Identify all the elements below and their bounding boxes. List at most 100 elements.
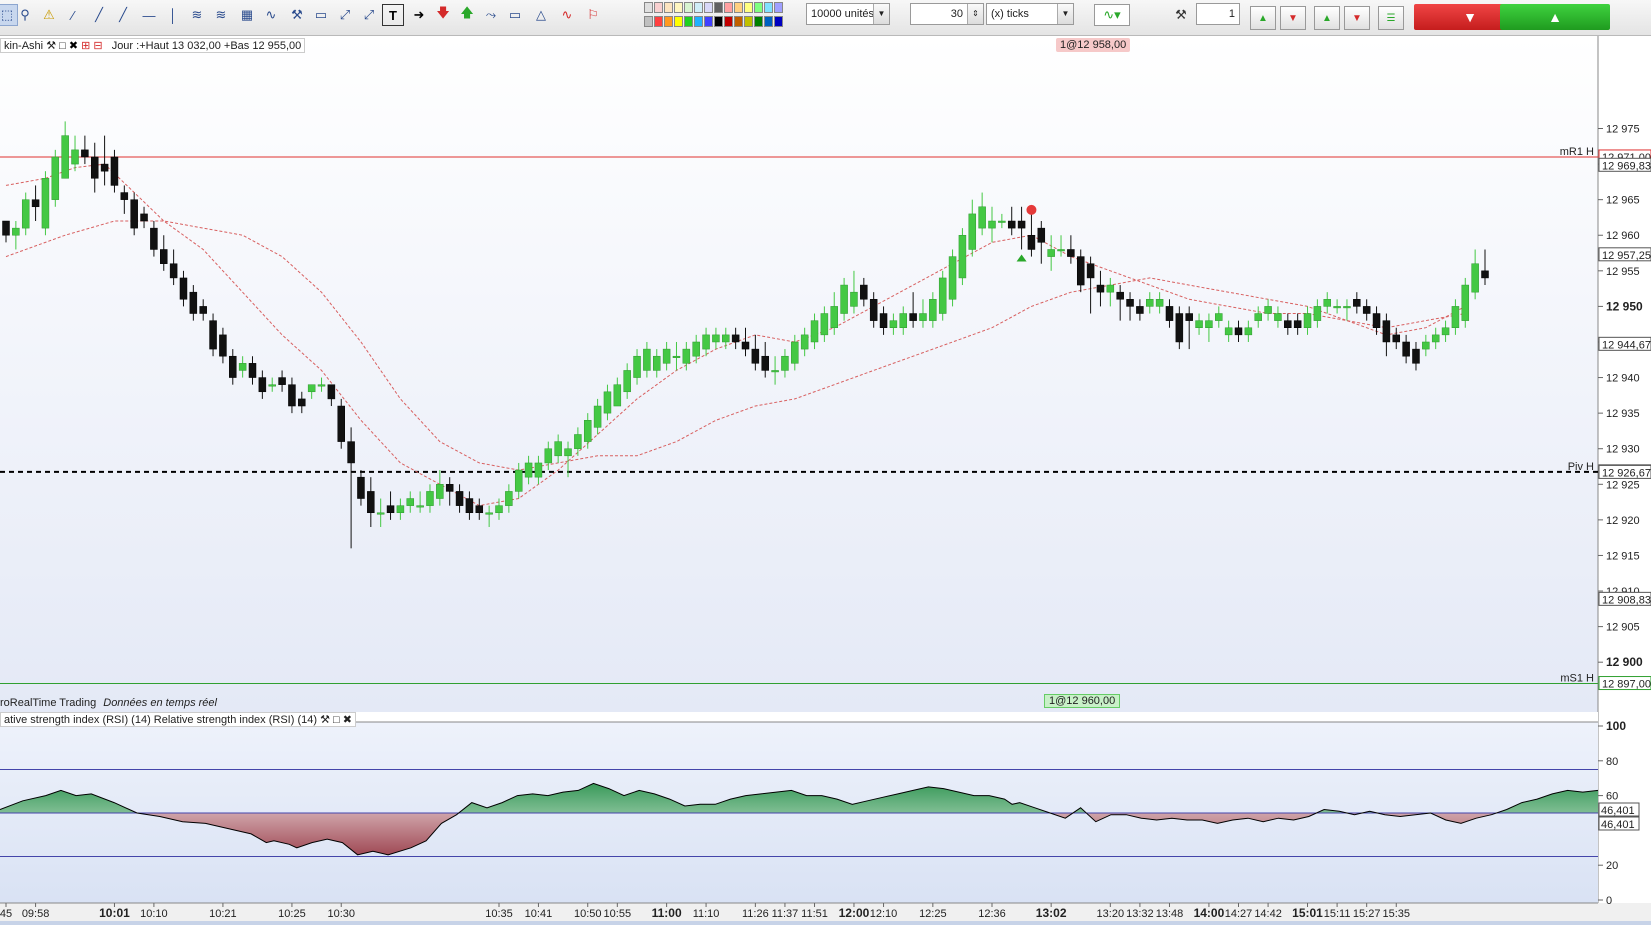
candle-body[interactable] <box>1126 299 1134 307</box>
candle-body[interactable] <box>840 284 848 314</box>
candle-body[interactable] <box>1224 327 1233 336</box>
color-swatch[interactable] <box>724 16 733 27</box>
color-swatch[interactable] <box>714 2 723 13</box>
chevron-down-icon[interactable]: ▼ <box>873 4 889 24</box>
add-icon[interactable]: ⊞ <box>81 40 90 52</box>
candle-body[interactable] <box>1461 284 1470 321</box>
interval-stepper[interactable]: 30 ⇕ <box>910 3 984 25</box>
candle-body[interactable] <box>12 227 20 236</box>
candle-body[interactable] <box>929 299 937 321</box>
candle-body[interactable] <box>169 263 178 279</box>
candle-body[interactable] <box>179 277 188 300</box>
candle-body[interactable] <box>436 484 444 499</box>
color-swatch[interactable] <box>684 16 693 27</box>
line-tool-icon[interactable]: ╱ <box>88 4 110 26</box>
candle-body[interactable] <box>1086 263 1095 279</box>
candle-body[interactable] <box>1195 320 1203 328</box>
pattern-tool-icon[interactable]: ∿ <box>556 4 578 26</box>
candle-body[interactable] <box>307 384 316 393</box>
candle-body[interactable] <box>643 348 651 371</box>
candle-body[interactable] <box>583 420 592 442</box>
candle-body[interactable] <box>81 149 89 158</box>
candle-body[interactable] <box>1323 299 1331 307</box>
candle-body[interactable] <box>41 178 50 229</box>
candle-body[interactable] <box>1372 313 1381 328</box>
candle-body[interactable] <box>672 355 681 358</box>
candle-body[interactable] <box>238 363 247 371</box>
candle-body[interactable] <box>1333 306 1341 309</box>
candle-body[interactable] <box>298 398 306 407</box>
candle-body[interactable] <box>189 291 198 314</box>
candle-body[interactable] <box>327 384 336 400</box>
candle-body[interactable] <box>712 334 720 343</box>
color-swatch[interactable] <box>694 2 703 13</box>
candle-body[interactable] <box>1205 320 1213 328</box>
buy-limit-button[interactable]: ▲ <box>1250 6 1276 30</box>
candle-body[interactable] <box>869 299 878 321</box>
close-icon[interactable]: ✖ <box>69 40 78 52</box>
candle-body[interactable] <box>1215 313 1223 321</box>
color-swatch[interactable] <box>654 16 663 27</box>
channel-icon[interactable]: ≋ <box>186 4 208 26</box>
candle-body[interactable] <box>810 320 819 343</box>
candle-body[interactable] <box>100 163 109 172</box>
color-swatch[interactable] <box>664 16 673 27</box>
wrench-icon[interactable]: ⚒ <box>46 40 56 52</box>
candle-body[interactable] <box>1076 256 1085 286</box>
arrow-up-green-icon[interactable]: 🡅 <box>456 4 478 26</box>
maximize-icon[interactable]: □ <box>333 714 340 726</box>
candle-body[interactable] <box>1136 306 1144 314</box>
candle-body[interactable] <box>130 199 138 229</box>
color-swatch[interactable] <box>644 16 653 27</box>
candle-body[interactable] <box>988 220 996 229</box>
candle-body[interactable] <box>61 135 69 179</box>
candle-body[interactable] <box>465 498 474 514</box>
candle-body[interactable] <box>574 434 582 449</box>
candle-body[interactable] <box>1441 327 1450 336</box>
candle-body[interactable] <box>1185 313 1193 321</box>
candle-body[interactable] <box>160 249 168 264</box>
candle-body[interactable] <box>593 405 602 428</box>
candle-body[interactable] <box>1234 327 1243 336</box>
candle-body[interactable] <box>71 149 79 165</box>
sell-limit-button[interactable]: ▼ <box>1280 6 1306 30</box>
candle-body[interactable] <box>455 491 464 506</box>
color-swatch[interactable] <box>724 2 733 13</box>
remove-icon[interactable]: ⊟ <box>93 40 102 52</box>
color-swatch[interactable] <box>764 16 773 27</box>
alarm-bell-icon[interactable]: ⚠ <box>38 4 60 26</box>
interval-unit-select[interactable]: (x) ticks ▼ <box>986 3 1074 25</box>
candle-body[interactable] <box>1353 299 1361 307</box>
sell-marker-icon[interactable] <box>1026 204 1037 215</box>
candle-body[interactable] <box>702 334 710 350</box>
color-swatch[interactable] <box>744 16 753 27</box>
candle-body[interactable] <box>1313 306 1322 321</box>
candle-body[interactable] <box>219 334 227 357</box>
candle-body[interactable] <box>978 206 986 229</box>
candle-body[interactable] <box>386 505 395 514</box>
candle-body[interactable] <box>1274 313 1282 321</box>
color-swatch[interactable] <box>684 2 693 13</box>
quantity-select[interactable]: 10000 unités ▼ <box>806 3 890 25</box>
candle-body[interactable] <box>1027 234 1036 250</box>
candle-body[interactable] <box>229 355 237 378</box>
candle-body[interactable] <box>1254 313 1262 321</box>
arrow-down-red-icon[interactable]: 🡇 <box>432 4 454 26</box>
candle-body[interactable] <box>514 469 523 492</box>
order-quantity-input[interactable]: 1 <box>1196 3 1240 25</box>
buy-market-button[interactable]: ▲ <box>1500 4 1610 30</box>
color-swatch[interactable] <box>714 16 723 27</box>
color-swatch[interactable] <box>764 2 773 13</box>
candle-body[interactable] <box>209 320 217 350</box>
candle-body[interactable] <box>722 334 730 343</box>
chevron-down-icon[interactable]: ▼ <box>1057 4 1073 24</box>
wave-tool-icon[interactable]: ∿ <box>260 4 282 26</box>
candle-body[interactable] <box>899 313 908 328</box>
candle-body[interactable] <box>948 256 957 300</box>
candle-body[interactable] <box>1057 249 1065 252</box>
text-tool-icon[interactable]: T <box>382 4 404 26</box>
position-badge-bottom[interactable]: 1@12 960,00 <box>1044 694 1121 708</box>
candle-body[interactable] <box>958 234 967 279</box>
candle-body[interactable] <box>1382 320 1391 343</box>
candle-body[interactable] <box>51 156 60 200</box>
